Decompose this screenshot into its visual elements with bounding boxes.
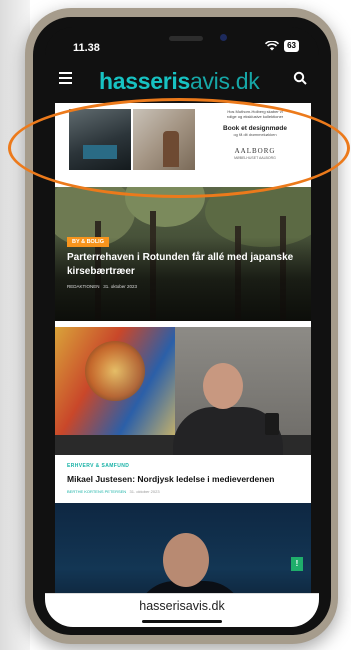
article-meta: BERTHE KORTENS PETERSEN 31. oktober 2023 bbox=[67, 489, 160, 494]
search-icon[interactable] bbox=[293, 71, 307, 85]
article-date: 31. oktober 2023 bbox=[129, 489, 160, 494]
ad-headline: Book et designmøde bbox=[223, 125, 287, 132]
image-overlay bbox=[55, 237, 311, 321]
article-title[interactable]: Parterrehaven i Rotunden får allé med ja… bbox=[67, 251, 301, 279]
article-date: 31. oktober 2023 bbox=[103, 284, 138, 289]
advertisement-banner[interactable]: Hos Muthorn-Holberg skaber vi rolige og … bbox=[55, 103, 311, 183]
browser-address-bar[interactable]: hasserisavis.dk bbox=[45, 593, 319, 627]
speaker-notch bbox=[169, 36, 203, 41]
ad-brand-logo: AALBORG bbox=[234, 147, 276, 155]
site-logo[interactable]: hasserisavis.dk bbox=[99, 68, 260, 95]
browser-url[interactable]: hasserisavis.dk bbox=[45, 599, 319, 613]
status-time: 11.38 bbox=[73, 42, 100, 54]
home-indicator[interactable] bbox=[142, 620, 222, 623]
floating-action-badge[interactable]: ! bbox=[291, 557, 303, 571]
article-category[interactable]: ERHVERV & SAMFUND bbox=[67, 463, 129, 469]
battery-icon: 63 bbox=[284, 40, 299, 52]
article-title[interactable]: Mikael Justesen: Nordjysk ledelse i medi… bbox=[67, 474, 307, 484]
article-card-featured[interactable]: BY & BOLIG Parterrehaven i Rotunden får … bbox=[55, 187, 311, 321]
front-camera bbox=[220, 34, 227, 41]
wifi-icon bbox=[265, 41, 280, 51]
ad-subtext: og få dit drømmekøkken bbox=[233, 132, 277, 137]
hamburger-menu-icon[interactable] bbox=[59, 72, 72, 84]
ad-text-block: Hos Muthorn-Holberg skaber vi rolige og … bbox=[203, 109, 307, 160]
status-bar: 11.38 63 bbox=[45, 27, 319, 61]
ad-kitchen-image bbox=[69, 109, 131, 170]
article-author[interactable]: BERTHE KORTENS PETERSEN bbox=[67, 489, 126, 494]
ad-small-text: rolige og eksklusive kollektioner bbox=[226, 114, 284, 119]
phone-screen: 11.38 63 hasserisavis.dk Hos Muthorn-Hol… bbox=[45, 27, 319, 627]
ad-interior-image bbox=[133, 109, 195, 170]
logo-bold-text: hasseris bbox=[99, 68, 190, 94]
logo-light-text: avis.dk bbox=[189, 68, 260, 94]
category-badge[interactable]: BY & BOLIG bbox=[67, 237, 109, 247]
article-author[interactable]: REDAKTIONEN bbox=[67, 284, 100, 289]
site-header: hasserisavis.dk bbox=[45, 65, 319, 95]
article-image[interactable] bbox=[55, 327, 311, 455]
ad-brand-subtext: MØBELHUSET AALBORG bbox=[234, 156, 276, 160]
page-content: Hos Muthorn-Holberg skaber vi rolige og … bbox=[55, 103, 311, 613]
article-meta: REDAKTIONEN 31. oktober 2023 bbox=[67, 284, 137, 289]
status-icons: 63 bbox=[265, 40, 299, 52]
